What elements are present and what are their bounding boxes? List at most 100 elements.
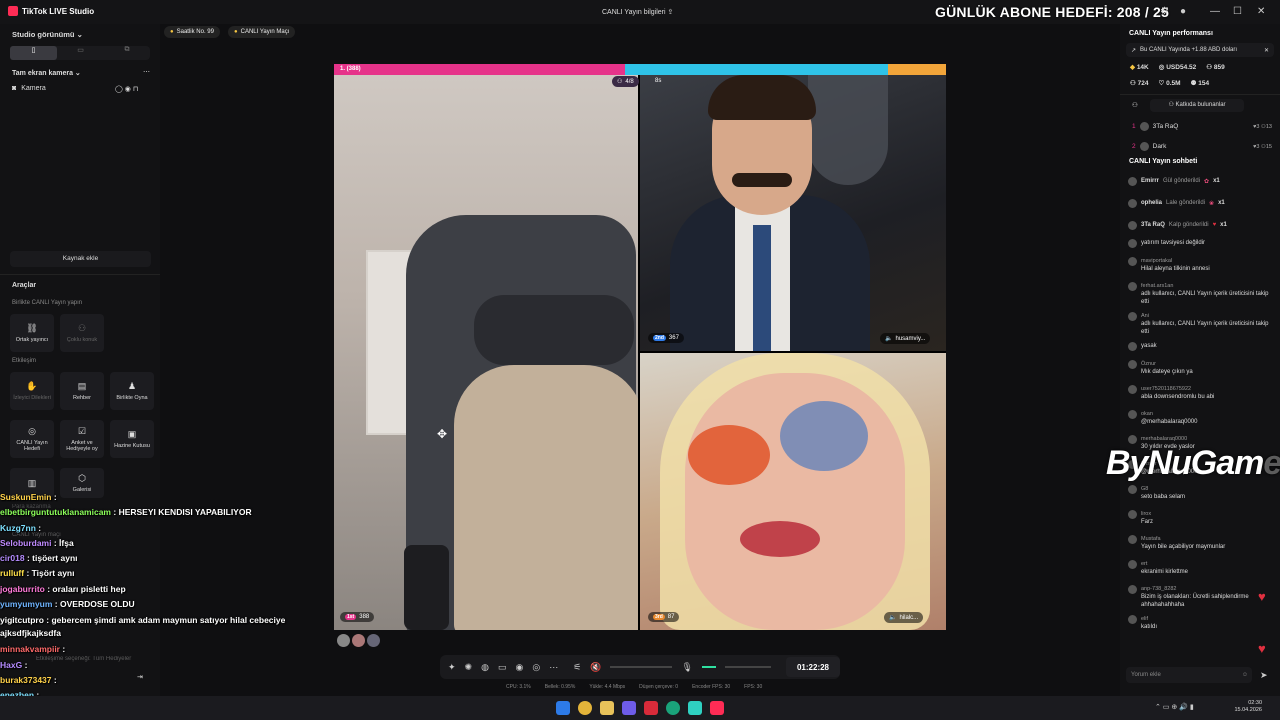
live-match-tag[interactable]: ● CANLI Yayın Maçı <box>228 26 296 38</box>
folder-icon[interactable] <box>600 701 614 715</box>
share-icon[interactable]: ⇪ <box>668 9 674 16</box>
speaker-icon[interactable]: 🔈 <box>889 614 896 621</box>
start-icon[interactable] <box>556 701 570 715</box>
x-app-icon[interactable] <box>644 701 658 715</box>
clock[interactable]: 02:30 15.04.2026 <box>1228 700 1262 714</box>
chat-message-row[interactable]: maviportakal Hilal aleyna tilkinin annesi <box>1128 257 1276 273</box>
contributor-row[interactable]: 1 3Ta RaQ ♥3 ⚇13 <box>1132 122 1272 131</box>
system-tray[interactable]: ⌃ ▭ ⊕ 🔊 ▮ <box>1155 703 1194 711</box>
blue-eye-makeup <box>780 401 868 471</box>
view-switcher[interactable]: ▯ ▭ ⧉ <box>10 46 150 60</box>
poll-button[interactable]: ☑ Anket ve Hediyeyle oy <box>60 420 104 458</box>
chat-username: cir018 <box>0 553 25 564</box>
chat-message-row[interactable]: user7520118675922 abla downsendromlu bu a… <box>1128 385 1276 401</box>
beauty-icon[interactable]: ◍ <box>481 662 489 673</box>
chat-message: İfşa <box>56 537 74 548</box>
chat-message-row[interactable]: lirox Farz <box>1128 510 1276 526</box>
audio-slider[interactable] <box>610 666 673 668</box>
taskbar <box>0 696 1280 720</box>
overlay-chat-line: rulluff : Tişört aynı <box>0 566 320 581</box>
chat-message-row[interactable]: ert ekranimi kirlettme <box>1128 560 1276 576</box>
player-2-name[interactable]: 🔈 husamviy... <box>880 333 931 344</box>
magic-wand-icon[interactable]: ✦ <box>448 662 456 673</box>
more-icon[interactable]: ⋯ <box>143 68 150 76</box>
discord-icon[interactable] <box>622 701 636 715</box>
divider <box>1120 94 1280 95</box>
chat-message-row[interactable]: anp-738_8282 Bizim iş olanakları: Ücretli… <box>1128 585 1276 609</box>
chat-message-row[interactable]: Mustafa Yayın bile açabiliyor maymunlar <box>1128 535 1276 551</box>
chat-message-row[interactable]: Ani adlı kullanıcı, CANLI Yayın içerik ür… <box>1128 312 1276 336</box>
guest-count: ⚇ 4/8 <box>612 76 639 87</box>
settings-icon[interactable]: ⚙ <box>1160 6 1169 17</box>
visibility-toggle-icon[interactable]: ◯ ◉ ⊓ <box>115 85 138 93</box>
maximize-icon[interactable]: ☐ <box>1233 6 1242 17</box>
player-3-name[interactable]: 🔈 hilalc... <box>884 612 924 623</box>
avatar <box>1128 615 1137 624</box>
landscape-view-icon[interactable]: ▭ <box>57 46 104 60</box>
emoji-icon[interactable]: ☺ <box>1242 667 1248 683</box>
avatar[interactable]: ● <box>1180 6 1186 17</box>
viewer-requests-button[interactable]: ✋ İzleyici Dilekleri <box>10 372 54 410</box>
mute-icon[interactable]: 🔇 <box>590 662 601 673</box>
more-icon[interactable]: ⋯ <box>549 662 558 673</box>
chat-message: Tişört aynı <box>29 568 75 579</box>
gift-item: 3Ta RaQ Kalp gönderildi ♥ x1 <box>1128 214 1276 236</box>
media-icon[interactable]: ▭ <box>498 662 507 673</box>
send-icon[interactable]: ➤ <box>1260 670 1268 681</box>
multi-guest-button[interactable]: ⚇ Çoklu konuk <box>60 314 104 352</box>
camera-source[interactable]: ◙ Kamera <box>12 85 46 92</box>
hourly-rank-tag[interactable]: ● Saatlik No. 99 <box>164 26 220 38</box>
microphone-icon[interactable]: 🎙 <box>681 662 692 673</box>
chrome-icon[interactable] <box>578 701 592 715</box>
chat-message-row[interactable]: elif katıldı <box>1128 615 1276 631</box>
overlay-chat-line: Kuzg7nn : <box>0 521 320 536</box>
contributor-row[interactable]: 2 Dark ♥3 ⚇15 <box>1132 142 1272 151</box>
chat-username: okan <box>1141 411 1153 417</box>
mic-slider[interactable] <box>724 666 771 668</box>
treasure-box-button[interactable]: ▣ Hazine Kutusu <box>110 420 154 458</box>
split-view-icon[interactable]: ⧉ <box>104 46 150 60</box>
user-plus-icon: ⚉ <box>1190 80 1197 87</box>
chat-message-row[interactable]: Öznur Mık dateye çıkın ya <box>1128 360 1276 376</box>
portrait-view-icon[interactable]: ▯ <box>10 46 57 60</box>
window-title[interactable]: CANLI Yayın bilgileri ⇪ <box>602 8 673 16</box>
avatar <box>1128 282 1137 291</box>
lamp <box>808 75 888 185</box>
obs-icon[interactable] <box>666 701 680 715</box>
participant-avatars[interactable] <box>337 634 380 647</box>
divider <box>0 274 160 275</box>
chat-message-row[interactable]: yatırım tavsiyesi değildir <box>1128 239 1276 248</box>
add-source-button[interactable]: Kaynak ekle <box>10 251 151 267</box>
speaker-icon[interactable]: 🔈 <box>885 335 892 342</box>
fullscreen-camera[interactable]: Tam ekran kamera ⌄ <box>12 69 81 77</box>
cohost-button[interactable]: ⛓ Ortak yayıncı <box>10 314 54 352</box>
user-list-icon[interactable]: ⚇ <box>1132 101 1138 109</box>
tiktok-studio-icon[interactable] <box>710 701 724 715</box>
chat-message-row[interactable]: yasak <box>1128 342 1276 351</box>
chat-username: anp-738_8282 <box>1141 586 1177 592</box>
avatar[interactable] <box>367 634 380 647</box>
camera-icon: ◙ <box>12 85 17 92</box>
chat-message-row[interactable]: okan @merhabalaraq0000 <box>1128 410 1276 426</box>
close-icon[interactable]: ✕ <box>1264 47 1269 54</box>
comment-input[interactable]: Yorum ekle ☺ <box>1126 667 1252 683</box>
close-icon[interactable]: ✕ <box>1257 6 1265 17</box>
snapshot-icon[interactable]: ◎ <box>532 662 540 673</box>
contributors-tab[interactable]: ⚇ Katkıda bulunanlar <box>1150 99 1244 112</box>
play-together-button[interactable]: ♟ Birlikte Oyna <box>110 372 154 410</box>
equalizer-icon[interactable]: ⚟ <box>573 662 581 673</box>
record-icon[interactable]: ◉ <box>515 662 523 673</box>
studio-view-title[interactable]: Studio görünümü ⌄ <box>12 30 83 39</box>
app-icon[interactable] <box>688 701 702 715</box>
bar-player-3 <box>887 64 946 75</box>
chat-message-row[interactable]: G8 seto baba selam <box>1128 485 1276 501</box>
avatar[interactable] <box>352 634 365 647</box>
live-goal-button[interactable]: ◎ CANLI Yayın Hedefi <box>10 420 54 458</box>
avatar <box>1128 239 1137 248</box>
avatar[interactable] <box>337 634 350 647</box>
chest-icon: ▣ <box>127 429 137 439</box>
minimize-icon[interactable]: — <box>1210 6 1220 17</box>
effects-icon[interactable]: ✺ <box>465 662 473 673</box>
guide-button[interactable]: ▤ Rehber <box>60 372 104 410</box>
chat-message-row[interactable]: ferhat.ars1an adlı kullanıcı, CANLI Yayın… <box>1128 282 1276 306</box>
